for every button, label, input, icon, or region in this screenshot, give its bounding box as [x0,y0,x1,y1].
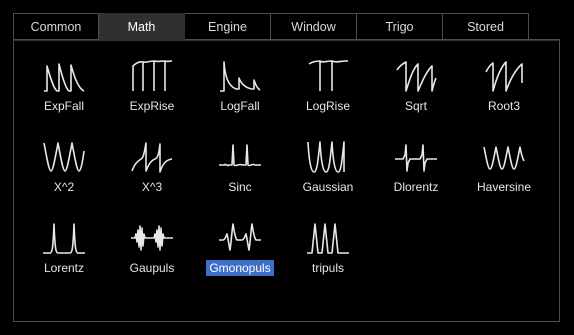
waveform-label: Dlorentz [393,180,439,194]
dlorentz-icon [395,144,437,172]
waveform-item-x3[interactable]: X^3 [108,139,196,199]
log-fall-icon [220,61,261,92]
waveform-label: Lorentz [43,261,85,275]
waveform-item-haversine[interactable]: Haversine [460,139,548,199]
waveform-label: LogFall [220,99,260,113]
waveform-label: Gaupuls [129,261,175,275]
waveform-label: LogRise [305,99,351,113]
waveform-label: Sqrt [404,99,427,113]
waveform-item-tripuls[interactable]: tripuls [284,220,372,280]
tab-window[interactable]: Window [271,13,357,40]
root3-icon [485,61,523,92]
tab-common[interactable]: Common [13,13,99,40]
waveform-item-sinc[interactable]: Sinc [196,139,284,199]
waveform-item-sqrt[interactable]: Sqrt [372,58,460,118]
x-squared-icon [43,142,85,172]
waveform-grid-panel: ExpFall ExpRise LogFall LogRise Sqrt Roo… [13,40,560,322]
waveform-label-selected: Gmonopuls [206,260,274,276]
waveform-item-gaussian[interactable]: Gaussian [284,139,372,199]
exp-fall-icon [44,63,85,92]
exp-rise-icon [132,60,173,91]
x-cubed-icon [131,142,173,173]
waveform-label: Sinc [228,180,252,194]
waveform-item-x2[interactable]: X^2 [20,139,108,199]
gaussian-icon [307,141,345,173]
waveform-label: ExpFall [43,99,84,113]
waveform-label: X^2 [53,180,75,194]
waveform-label: Haversine [476,180,532,194]
tab-trigo[interactable]: Trigo [357,13,443,40]
tab-stored[interactable]: Stored [443,13,529,40]
waveform-item-lorentz[interactable]: Lorentz [20,220,108,280]
tab-engine[interactable]: Engine [185,13,271,40]
waveform-label: ExpRise [129,99,175,113]
lorentz-icon [43,223,85,254]
sinc-icon [219,144,261,167]
waveform-label: X^3 [141,180,163,194]
waveform-item-logfall[interactable]: LogFall [196,58,284,118]
log-rise-icon [308,60,348,91]
waveform-category-tabs: Common Math Engine Window Trigo Stored [13,13,560,40]
waveform-item-exprise[interactable]: ExpRise [108,58,196,118]
waveform-item-dlorentz[interactable]: Dlorentz [372,139,460,199]
tab-bar-spacer [529,13,560,40]
tripuls-icon [307,223,349,254]
gaupuls-icon [131,225,173,251]
waveform-selection-screen: Common Math Engine Window Trigo Stored E… [0,0,574,335]
waveform-label: tripuls [311,261,344,275]
waveform-item-expfall[interactable]: ExpFall [20,58,108,118]
waveform-label: Gaussian [302,180,354,194]
sqrt-icon [396,61,437,92]
waveform-item-gmonopuls[interactable]: Gmonopuls [196,220,284,280]
tab-math[interactable]: Math [99,13,185,40]
waveform-item-gaupuls[interactable]: Gaupuls [108,220,196,280]
gmonopuls-icon [219,223,261,251]
waveform-label: Root3 [487,99,521,113]
waveform-item-logrise[interactable]: LogRise [284,58,372,118]
waveform-item-root3[interactable]: Root3 [460,58,548,118]
haversine-icon [483,146,525,170]
